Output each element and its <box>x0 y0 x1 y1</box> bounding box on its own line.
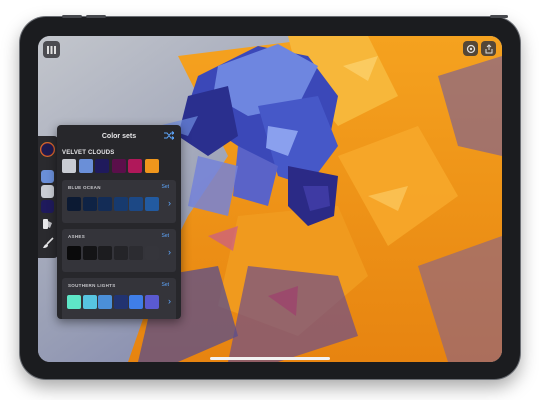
color-wheel-icon[interactable] <box>40 142 55 157</box>
color-set-swatch[interactable] <box>113 246 128 260</box>
sidebar-swatch[interactable] <box>41 170 54 183</box>
color-set-swatch[interactable] <box>82 246 97 260</box>
volume-down-button <box>86 15 106 18</box>
color-set-swatch[interactable] <box>67 197 81 211</box>
set-button[interactable]: Set <box>161 233 169 239</box>
settings-button[interactable] <box>463 41 478 56</box>
menu-button[interactable] <box>43 41 60 58</box>
color-set-swatch[interactable] <box>67 246 81 260</box>
chevron-right-icon[interactable]: › <box>168 297 171 306</box>
color-set-swatch[interactable] <box>113 197 128 211</box>
power-button <box>490 15 508 18</box>
share-button[interactable] <box>481 41 496 56</box>
color-set-name: ASHES <box>68 234 86 239</box>
chevron-right-icon[interactable]: › <box>168 248 171 257</box>
color-set-swatch[interactable] <box>67 295 81 309</box>
current-set-swatch[interactable] <box>128 159 142 173</box>
color-set-swatch[interactable] <box>129 246 143 260</box>
set-button[interactable]: Set <box>161 184 169 190</box>
color-set-swatch[interactable] <box>98 295 112 309</box>
color-set-name: SOUTHERN LIGHTS <box>68 283 116 288</box>
shuffle-icon[interactable] <box>164 131 174 140</box>
color-set-swatch[interactable] <box>144 295 159 309</box>
color-set-card[interactable]: ASHES Set › <box>62 229 176 272</box>
color-set-card[interactable]: SOUTHERN LIGHTS Set › <box>62 278 176 319</box>
color-sidebar <box>38 136 58 258</box>
gear-icon <box>466 44 475 53</box>
current-set-swatch[interactable] <box>95 159 109 173</box>
color-set-swatch[interactable] <box>129 197 143 211</box>
app-screen: Color sets VELVET CLOUDS BLUE OCEAN Set › A… <box>38 36 502 362</box>
palette-icon[interactable] <box>42 218 54 230</box>
color-set-swatch[interactable] <box>82 295 97 309</box>
color-set-swatch[interactable] <box>98 197 112 211</box>
current-set-swatch[interactable] <box>62 159 76 173</box>
menu-icon <box>47 45 56 54</box>
current-set-name: VELVET CLOUDS <box>62 150 115 156</box>
color-set-name: BLUE OCEAN <box>68 185 101 190</box>
brush-icon[interactable] <box>42 237 54 249</box>
current-set-swatch[interactable] <box>111 159 126 173</box>
set-button[interactable]: Set <box>161 282 169 288</box>
color-set-swatch[interactable] <box>129 295 143 309</box>
current-set-swatch[interactable] <box>144 159 159 173</box>
volume-up-button <box>62 15 82 18</box>
home-indicator[interactable] <box>210 357 330 360</box>
current-set-swatch[interactable] <box>78 159 93 173</box>
color-sets-panel: Color sets VELVET CLOUDS BLUE OCEAN Set › A… <box>57 125 181 319</box>
color-set-swatch[interactable] <box>113 295 128 309</box>
color-set-swatch[interactable] <box>144 246 159 260</box>
color-set-swatch[interactable] <box>144 197 159 211</box>
panel-title: Color sets <box>101 133 137 140</box>
share-icon <box>485 43 492 53</box>
chevron-right-icon[interactable]: › <box>168 199 171 208</box>
sidebar-swatch[interactable] <box>41 185 54 198</box>
color-set-swatch[interactable] <box>98 246 112 260</box>
color-set-card[interactable]: BLUE OCEAN Set › <box>62 180 176 223</box>
color-set-swatch[interactable] <box>82 197 97 211</box>
sidebar-swatch[interactable] <box>41 200 54 213</box>
